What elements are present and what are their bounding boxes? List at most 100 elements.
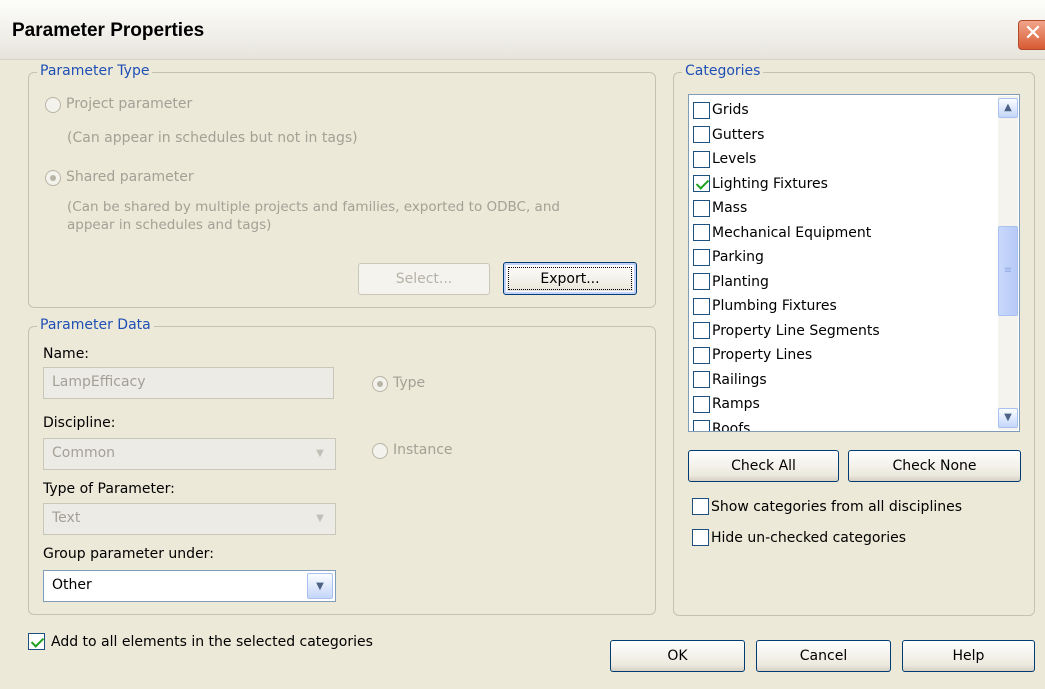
type-radio[interactable] — [372, 376, 388, 392]
check-all-label: Check All — [731, 458, 796, 474]
chevron-down-icon: ▼ — [307, 441, 333, 467]
chevron-down-icon: ▼ — [307, 506, 333, 532]
category-checkbox[interactable] — [693, 420, 710, 431]
instance-radio[interactable] — [372, 443, 388, 459]
check-all-button[interactable]: Check All — [688, 450, 839, 482]
type-of-parameter-label: Type of Parameter: — [43, 481, 175, 497]
shared-parameter-radio[interactable] — [45, 170, 61, 186]
category-checkbox[interactable] — [693, 395, 710, 413]
hide-unchecked-label: Hide un-checked categories — [711, 529, 906, 546]
category-checkbox[interactable] — [693, 150, 710, 168]
name-field[interactable]: LampEfficacy — [43, 367, 334, 399]
category-checkbox[interactable] — [693, 297, 710, 315]
chevron-down-icon[interactable]: ▼ — [307, 573, 333, 599]
type-of-parameter-value: Text — [52, 510, 81, 526]
scrollbar-thumb[interactable]: ≡ — [998, 226, 1018, 316]
category-label: Gutters — [712, 126, 765, 143]
title-bar: Parameter Properties ✕ — [0, 0, 1045, 60]
close-icon: ✕ — [1023, 21, 1043, 46]
type-of-parameter-select[interactable]: Text ▼ — [43, 503, 336, 535]
category-label: Parking — [712, 249, 764, 265]
instance-radio-label: Instance — [393, 442, 453, 458]
parameter-type-legend: Parameter Type — [37, 63, 153, 79]
category-checkbox[interactable] — [693, 322, 710, 339]
category-item[interactable]: Railings — [693, 369, 767, 391]
select-button[interactable]: Select... — [358, 263, 490, 295]
category-item[interactable]: Property Lines — [693, 344, 812, 366]
cancel-button[interactable]: Cancel — [756, 640, 891, 672]
category-checkbox[interactable] — [693, 126, 710, 143]
category-item[interactable]: Levels — [693, 148, 756, 170]
show-all-disciplines-row[interactable]: Show categories from all disciplines — [692, 498, 962, 515]
show-all-disciplines-label: Show categories from all disciplines — [711, 498, 963, 515]
help-button[interactable]: Help — [902, 640, 1035, 672]
ok-button[interactable]: OK — [610, 640, 745, 672]
group-parameter-value: Other — [52, 577, 92, 593]
hide-unchecked-checkbox[interactable] — [692, 529, 709, 546]
help-button-label: Help — [952, 648, 985, 664]
add-to-all-label: Add to all elements in the selected cate… — [51, 633, 373, 650]
window-title: Parameter Properties — [12, 20, 205, 41]
close-button[interactable]: ✕ — [1018, 20, 1045, 50]
category-checkbox[interactable] — [693, 101, 710, 119]
project-parameter-radio[interactable] — [45, 97, 61, 113]
category-item[interactable]: Parking — [693, 246, 764, 268]
category-checkbox[interactable] — [693, 346, 710, 364]
project-parameter-label: Project parameter — [66, 96, 193, 112]
group-parameter-select[interactable]: Other ▼ — [43, 570, 336, 602]
type-radio-label: Type — [393, 375, 426, 391]
category-item[interactable]: Gutters — [693, 124, 764, 146]
category-item[interactable]: Ramps — [693, 393, 760, 415]
category-label: Roofs — [712, 420, 751, 432]
category-label: Property Lines — [712, 347, 813, 363]
show-all-disciplines-checkbox[interactable] — [692, 498, 709, 515]
category-checkbox[interactable] — [693, 224, 710, 241]
category-item[interactable]: Planting — [693, 271, 769, 293]
category-label: Mechanical Equipment — [712, 224, 872, 241]
name-label: Name: — [43, 346, 90, 362]
category-item[interactable]: Lighting Fixtures — [693, 173, 828, 195]
categories-legend: Categories — [682, 63, 764, 79]
category-checkbox[interactable] — [693, 175, 710, 192]
discipline-label: Discipline: — [43, 415, 116, 431]
parameter-data-legend: Parameter Data — [37, 317, 154, 333]
shared-parameter-hint-1: (Can be shared by multiple projects and … — [67, 199, 560, 215]
discipline-value: Common — [52, 445, 116, 461]
project-parameter-hint: (Can appear in schedules but not in tags… — [67, 130, 358, 146]
select-button-label: Select... — [395, 271, 453, 287]
categories-scrollbar[interactable]: ▲ ≡ ▼ — [998, 96, 1018, 430]
category-checkbox[interactable] — [693, 273, 710, 290]
category-item[interactable]: Mechanical Equipment — [693, 222, 871, 244]
add-to-all-row[interactable]: Add to all elements in the selected cate… — [28, 633, 373, 650]
category-checkbox[interactable] — [693, 199, 710, 217]
category-label: Property Line Segments — [712, 322, 880, 339]
discipline-select[interactable]: Common ▼ — [43, 438, 336, 470]
category-label: Mass — [712, 200, 748, 216]
ok-button-label: OK — [667, 648, 688, 664]
category-label: Planting — [712, 273, 769, 290]
shared-parameter-hint-2: appear in schedules and tags) — [67, 217, 272, 233]
category-label: Plumbing Fixtures — [712, 298, 837, 314]
group-parameter-label: Group parameter under: — [43, 546, 214, 562]
export-button[interactable]: Export... — [503, 262, 637, 295]
category-item[interactable]: Property Line Segments — [693, 320, 880, 342]
category-item[interactable]: Grids — [693, 99, 749, 121]
export-button-label: Export... — [540, 270, 600, 287]
category-label: Levels — [712, 151, 757, 167]
category-checkbox[interactable] — [693, 248, 710, 266]
hide-unchecked-row[interactable]: Hide un-checked categories — [692, 529, 906, 546]
category-checkbox[interactable] — [693, 371, 710, 388]
category-item[interactable]: Roofs — [693, 418, 751, 432]
categories-list[interactable]: Grids Gutters Levels Lighting Fixtures Mass M… — [688, 94, 1020, 432]
category-item[interactable]: Mass — [693, 197, 747, 219]
add-to-all-checkbox[interactable] — [28, 633, 45, 650]
category-label: Ramps — [712, 396, 760, 412]
check-none-button[interactable]: Check None — [848, 450, 1021, 482]
category-item[interactable]: Plumbing Fixtures — [693, 295, 837, 317]
shared-parameter-label: Shared parameter — [66, 169, 194, 185]
chevron-down-icon[interactable]: ▼ — [998, 408, 1018, 428]
chevron-up-icon[interactable]: ▲ — [998, 98, 1018, 118]
cancel-button-label: Cancel — [799, 648, 848, 664]
check-none-label: Check None — [892, 458, 977, 474]
category-label: Grids — [712, 102, 749, 118]
